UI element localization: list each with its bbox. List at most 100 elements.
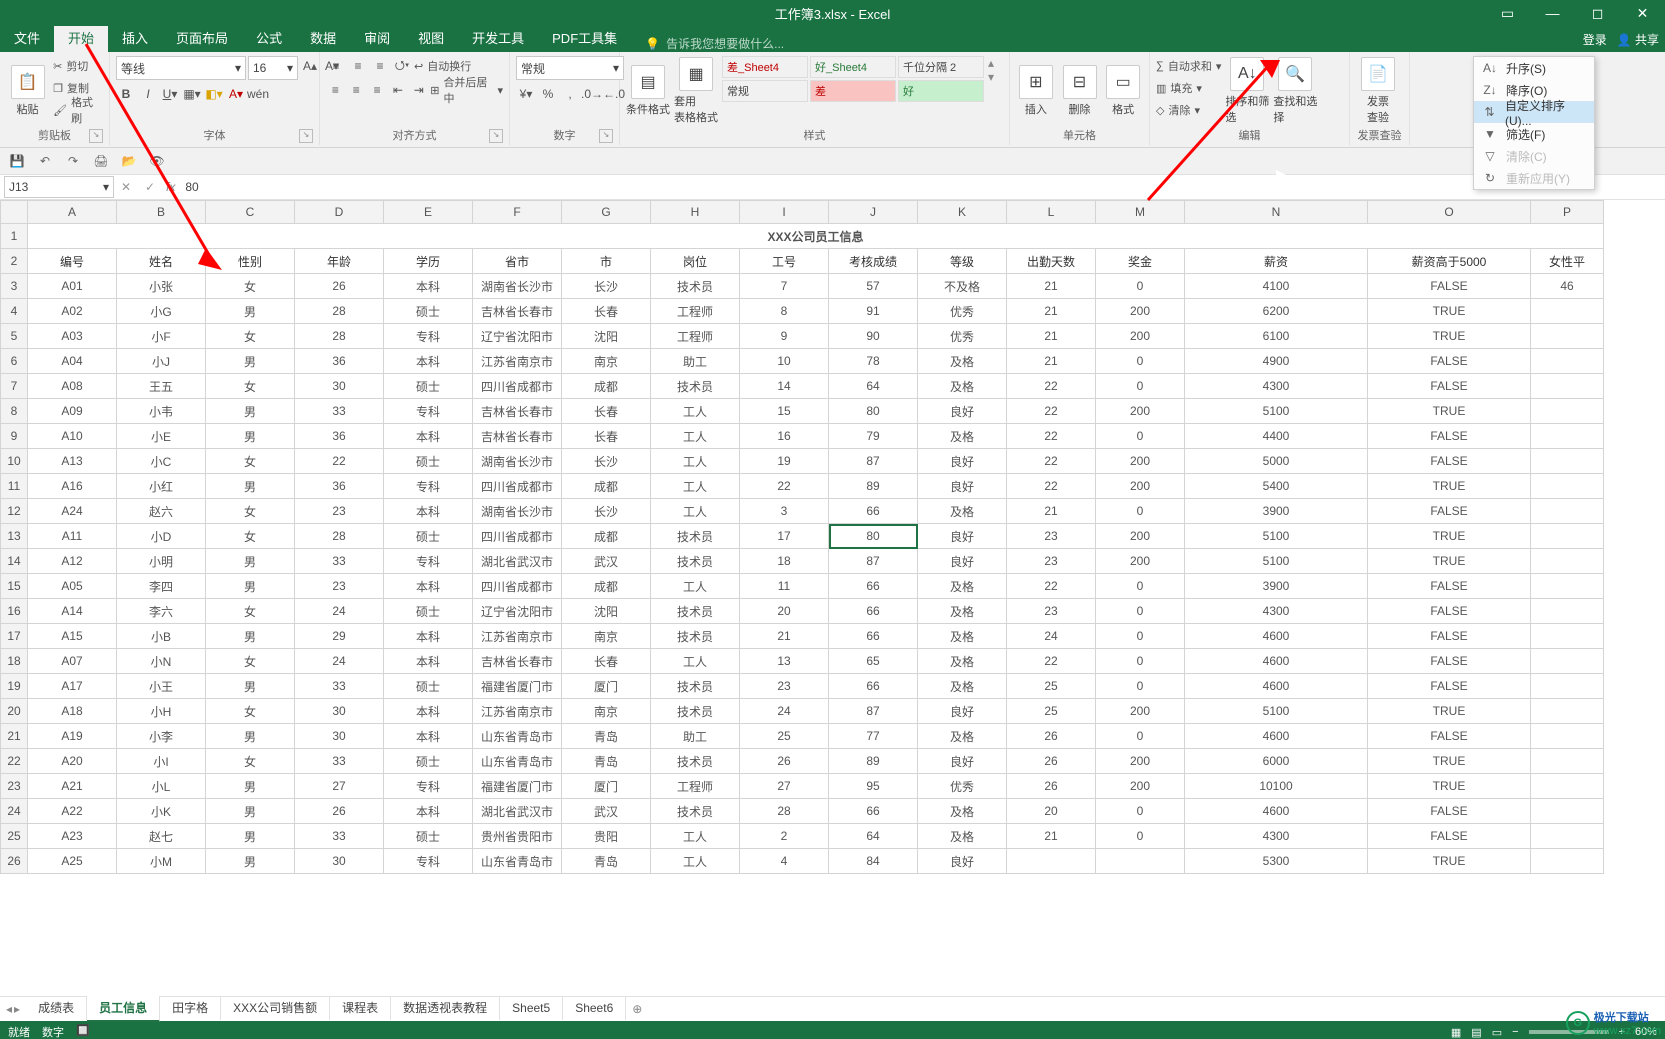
cell[interactable] xyxy=(1531,349,1604,374)
cell[interactable]: 6100 xyxy=(1185,324,1368,349)
cell[interactable]: 良好 xyxy=(918,449,1007,474)
cell[interactable]: 江苏省南京市 xyxy=(473,624,562,649)
font-size-combo[interactable]: 16▾ xyxy=(248,56,298,80)
cell[interactable]: 南京 xyxy=(562,349,651,374)
cell[interactable]: A04 xyxy=(28,349,117,374)
cell[interactable]: 0 xyxy=(1096,349,1185,374)
cell[interactable]: 84 xyxy=(829,849,918,874)
cell[interactable]: 66 xyxy=(829,499,918,524)
cell[interactable]: 青岛 xyxy=(562,849,651,874)
cell[interactable]: 及格 xyxy=(918,649,1007,674)
cell[interactable]: 200 xyxy=(1096,324,1185,349)
cell[interactable]: 0 xyxy=(1096,499,1185,524)
cell[interactable] xyxy=(1531,299,1604,324)
cell[interactable]: 王五 xyxy=(117,374,206,399)
tab-nav-prev-icon[interactable]: ▸ xyxy=(14,1002,20,1016)
cell[interactable]: 工人 xyxy=(651,574,740,599)
cell[interactable]: 硕士 xyxy=(384,599,473,624)
cell[interactable]: 专科 xyxy=(384,774,473,799)
cell[interactable]: 66 xyxy=(829,574,918,599)
row-header[interactable]: 26 xyxy=(1,849,28,874)
cell[interactable]: 工人 xyxy=(651,849,740,874)
cell[interactable]: 小F xyxy=(117,324,206,349)
cell[interactable]: FALSE xyxy=(1368,724,1531,749)
cell[interactable]: 25 xyxy=(740,724,829,749)
cell[interactable]: 0 xyxy=(1096,274,1185,299)
cell[interactable]: 专科 xyxy=(384,399,473,424)
cell[interactable]: 男 xyxy=(206,424,295,449)
cell[interactable]: 200 xyxy=(1096,524,1185,549)
cell[interactable]: 长春 xyxy=(562,649,651,674)
border-icon[interactable]: ▦▾ xyxy=(182,84,202,104)
cell[interactable]: 28 xyxy=(295,524,384,549)
fill-button[interactable]: ▥ 填充 ▾ xyxy=(1156,78,1221,98)
cell[interactable]: 33 xyxy=(295,824,384,849)
cell[interactable]: 24 xyxy=(740,699,829,724)
ribbon-tab-0[interactable]: 文件 xyxy=(0,26,54,52)
cell[interactable]: 4600 xyxy=(1185,799,1368,824)
cell[interactable]: 200 xyxy=(1096,549,1185,574)
cell[interactable]: 65 xyxy=(829,649,918,674)
cell[interactable]: 及格 xyxy=(918,599,1007,624)
share-button[interactable]: 👤 共享 xyxy=(1617,31,1659,48)
cell[interactable]: 36 xyxy=(295,474,384,499)
cell[interactable]: A07 xyxy=(28,649,117,674)
cell[interactable]: 4600 xyxy=(1185,649,1368,674)
row-header[interactable]: 20 xyxy=(1,699,28,724)
cell[interactable]: 技术员 xyxy=(651,749,740,774)
cell[interactable]: 工人 xyxy=(651,499,740,524)
cell[interactable]: 四川省成都市 xyxy=(473,474,562,499)
cell[interactable]: 山东省青岛市 xyxy=(473,849,562,874)
cell[interactable]: 0 xyxy=(1096,824,1185,849)
sheet-tab[interactable]: Sheet6 xyxy=(563,996,626,1020)
cell[interactable]: 男 xyxy=(206,849,295,874)
cell[interactable]: 山东省青岛市 xyxy=(473,724,562,749)
cell[interactable]: TRUE xyxy=(1368,849,1531,874)
enter-formula-icon[interactable]: ✓ xyxy=(138,180,162,194)
cell[interactable]: 女 xyxy=(206,374,295,399)
cell[interactable]: 湖南省长沙市 xyxy=(473,499,562,524)
cell[interactable]: 3900 xyxy=(1185,499,1368,524)
cell[interactable]: 80 xyxy=(829,399,918,424)
cell[interactable] xyxy=(1531,649,1604,674)
cell[interactable]: 女 xyxy=(206,524,295,549)
cell[interactable]: 16 xyxy=(740,424,829,449)
merge-center-button[interactable]: ⊞ 合并后居中▾ xyxy=(430,80,503,100)
cell[interactable]: 89 xyxy=(829,749,918,774)
cell[interactable]: 女 xyxy=(206,499,295,524)
cell[interactable]: 湖南省长沙市 xyxy=(473,449,562,474)
cell[interactable]: 13 xyxy=(740,649,829,674)
cell[interactable]: 技术员 xyxy=(651,699,740,724)
header-cell[interactable]: 学历 xyxy=(384,249,473,274)
cell[interactable]: 助工 xyxy=(651,349,740,374)
cell[interactable]: 15 xyxy=(740,399,829,424)
row-header[interactable]: 13 xyxy=(1,524,28,549)
cell[interactable]: 女 xyxy=(206,749,295,774)
cell[interactable]: 技术员 xyxy=(651,799,740,824)
header-cell[interactable]: 奖金 xyxy=(1096,249,1185,274)
cell[interactable]: 22 xyxy=(740,474,829,499)
cell[interactable]: A23 xyxy=(28,824,117,849)
cell[interactable]: 24 xyxy=(295,649,384,674)
cell[interactable]: 长春 xyxy=(562,424,651,449)
cell[interactable]: 66 xyxy=(829,799,918,824)
cell[interactable] xyxy=(1531,424,1604,449)
cell[interactable]: A15 xyxy=(28,624,117,649)
cell[interactable]: 33 xyxy=(295,674,384,699)
cell[interactable]: 沈阳 xyxy=(562,324,651,349)
cell[interactable]: 及格 xyxy=(918,574,1007,599)
cell[interactable]: 武汉 xyxy=(562,549,651,574)
cell[interactable]: 64 xyxy=(829,374,918,399)
cell[interactable]: 3 xyxy=(740,499,829,524)
cell[interactable]: 0 xyxy=(1096,624,1185,649)
cell[interactable]: 山东省青岛市 xyxy=(473,749,562,774)
cell[interactable]: 女 xyxy=(206,599,295,624)
dialog-launcher-icon[interactable]: ↘ xyxy=(299,129,313,143)
cell[interactable]: A24 xyxy=(28,499,117,524)
cell[interactable]: 小李 xyxy=(117,724,206,749)
header-cell[interactable]: 年龄 xyxy=(295,249,384,274)
cell[interactable]: 21 xyxy=(1007,499,1096,524)
col-header[interactable]: A xyxy=(28,201,117,224)
cell[interactable]: 0 xyxy=(1096,599,1185,624)
cell[interactable]: TRUE xyxy=(1368,699,1531,724)
